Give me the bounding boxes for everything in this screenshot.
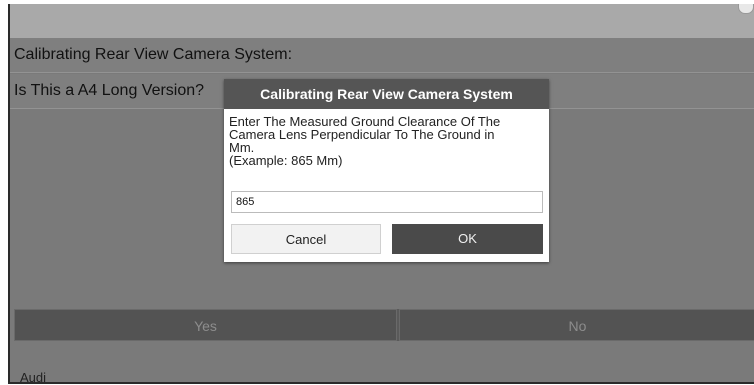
ground-clearance-input[interactable] [231,191,543,213]
info-row-calibrating: Calibrating Rear View Camera System: [10,38,754,73]
close-icon[interactable] [738,4,754,14]
dialog-message-line: Camera Lens Perpendicular To The Ground … [229,127,495,142]
yes-button[interactable]: Yes [14,309,397,341]
answer-button-bar: Yes No [14,309,754,341]
calibrating-label: Calibrating Rear View Camera System: [14,46,293,63]
footer-brand-label: Audi [20,370,47,384]
top-bar [10,4,754,38]
dialog-title: Calibrating Rear View Camera System [224,79,549,109]
dialog-message: Enter The Measured Ground Clearance Of T… [229,115,544,167]
ok-button[interactable]: OK [392,224,543,254]
version-question-label: Is This a A4 Long Version? [14,82,205,99]
cancel-button[interactable]: Cancel [231,224,381,254]
dialog-message-line: (Example: 865 Mm) [229,153,343,168]
calibration-dialog: Calibrating Rear View Camera System Ente… [224,79,549,262]
no-button[interactable]: No [399,309,754,341]
